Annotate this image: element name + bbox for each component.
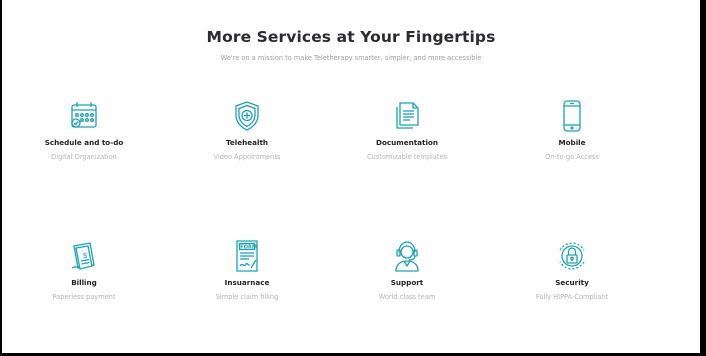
mobile-phone-icon	[563, 100, 581, 132]
shield-medical-icon	[235, 101, 259, 131]
service-card-insurance: FORM Insuarnace Simple claim filling	[172, 238, 322, 301]
service-name: Schedule and to-do	[44, 138, 124, 147]
service-desc: World class team	[378, 293, 436, 301]
service-name: Security	[555, 278, 589, 287]
invoice-icon: $	[71, 242, 95, 270]
service-desc: Simple claim filling	[215, 293, 279, 301]
service-desc: Customizable templates	[367, 153, 447, 161]
service-card-telehealth: Telehealth Video Appointments	[172, 98, 322, 161]
documents-icon	[396, 102, 419, 129]
service-name: Documentation	[375, 138, 438, 147]
service-name: Support	[390, 278, 424, 287]
service-card-documentation: Documentation Customizable templates	[332, 98, 482, 161]
section-subtitle: We're on a mission to make Teletherapy s…	[220, 54, 482, 62]
service-card-schedule: Schedule and to-do Digital Organization	[9, 98, 159, 161]
padlock-icon	[559, 242, 585, 270]
svg-text:$: $	[83, 251, 88, 260]
service-name: Billing	[71, 278, 97, 287]
service-desc: On-to-go Access	[545, 153, 599, 161]
section-title: More Services at Your Fingertips	[206, 28, 496, 46]
service-name: Mobile	[558, 138, 586, 147]
service-name: Insuarnace	[224, 278, 270, 287]
form-icon: FORM	[236, 240, 258, 272]
service-card-mobile: Mobile On-to-go Access	[497, 98, 647, 161]
service-card-security: Security Fully HIPPA-Compliant	[497, 238, 647, 301]
service-desc: Digital Organization	[51, 153, 117, 161]
service-name: Telehealth	[225, 138, 269, 147]
svg-text:FORM: FORM	[240, 245, 257, 251]
headset-agent-icon	[395, 241, 419, 272]
service-desc: Video Appointments	[213, 153, 281, 161]
service-desc: Fully HIPPA-Compliant	[535, 293, 609, 301]
services-section: More Services at Your Fingertips We're o…	[2, 0, 700, 353]
service-card-billing: $ Billing Paperless payment	[9, 238, 159, 301]
service-desc: Paperless payment	[52, 293, 116, 301]
service-card-support: Support World class team	[332, 238, 482, 301]
calendar-icon	[71, 102, 97, 128]
